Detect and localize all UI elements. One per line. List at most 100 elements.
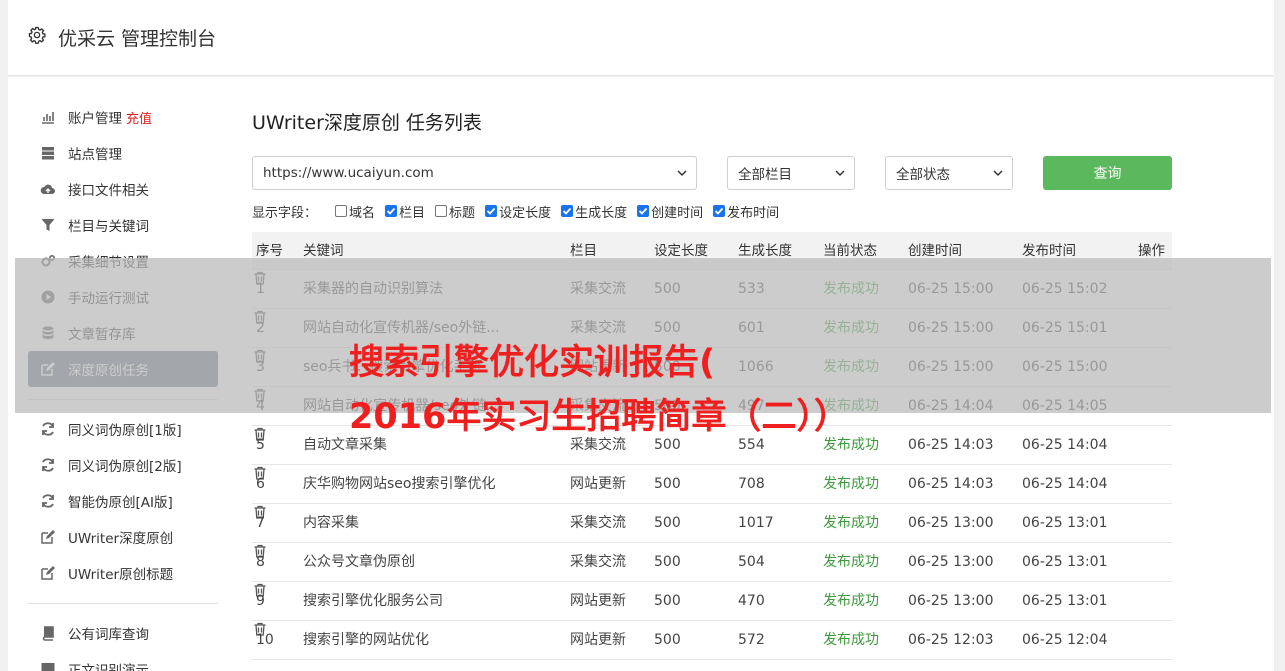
row-set-length: 500 (654, 632, 681, 648)
row-index: 8 (256, 554, 265, 570)
sidebar-item-label: UWriter深度原创 (68, 531, 174, 547)
sidebar-item[interactable]: 同义词伪原创[2版] (28, 447, 218, 483)
status-select[interactable]: 全部状态 (885, 156, 1013, 190)
sidebar-item-label: 账户管理 (68, 111, 122, 127)
row-set-length: 500 (654, 515, 681, 531)
row-index: 9 (256, 593, 265, 609)
sidebar-item-label: 公有词库查询 (68, 627, 149, 643)
row-status: 发布成功 (823, 476, 879, 492)
row-gen-length: 708 (738, 476, 765, 492)
row-created: 06-25 14:03 (908, 476, 994, 492)
top-header: 优采云 管理控制台 (8, 0, 1274, 76)
cloud-upload-icon (40, 184, 55, 194)
bar-chart-icon (42, 112, 54, 124)
sidebar-item[interactable]: 公有词库查询 (28, 615, 218, 651)
sidebar-item-label: 同义词伪原创[2版] (68, 459, 182, 475)
field-checkbox-label: 发布时间 (727, 205, 780, 221)
row-status: 发布成功 (823, 593, 879, 609)
chevron-down-icon (993, 170, 1003, 177)
table-row: 7 内容采集 采集交流 500 1017 发布成功 06-25 13:00 06-25 13:… (252, 504, 1172, 543)
edit-icon (41, 530, 55, 544)
overlay-text: 搜索引擎优化实训报告( 2016年实习生招聘简章（二）） (349, 336, 989, 444)
site-select[interactable]: https://www.ucaiyun.com (252, 156, 697, 190)
checkbox-box[interactable] (335, 205, 348, 217)
row-index: 7 (256, 515, 265, 531)
sidebar-item[interactable]: 账户管理 充值 (28, 99, 218, 135)
sidebar-item[interactable]: 栏目与关键词 (28, 207, 218, 243)
field-checkbox-label: 生成长度 (575, 205, 628, 221)
column-select-value: 全部栏目 (738, 167, 792, 183)
row-created: 06-25 12:03 (908, 632, 994, 648)
row-created: 06-25 13:00 (908, 515, 994, 531)
edit-icon (41, 566, 55, 580)
row-created: 06-25 13:00 (908, 554, 994, 570)
sidebar-item[interactable]: 正文识别演示 (28, 651, 218, 671)
sidebar-item-label: 站点管理 (68, 147, 122, 163)
row-gen-length: 470 (738, 593, 765, 609)
sidebar-item-label: 栏目与关键词 (68, 219, 149, 235)
server-icon (42, 147, 54, 160)
row-status: 发布成功 (823, 554, 879, 570)
row-column: 网站更新 (570, 593, 626, 609)
book-icon (42, 626, 54, 641)
field-checkbox[interactable]: 发布时间 (713, 202, 779, 221)
sidebar-item-label: 同义词伪原创[1版] (68, 423, 182, 439)
field-checkbox[interactable]: 域名 (335, 202, 375, 221)
filter-icon (41, 219, 55, 231)
table-row: 9 搜索引擎优化服务公司 网站更新 500 470 发布成功 06-25 13:00 06-2… (252, 582, 1172, 621)
recharge-link[interactable]: 充值 (126, 108, 152, 127)
column-select[interactable]: 全部栏目 (727, 156, 855, 190)
row-published: 06-25 13:01 (1022, 554, 1108, 570)
sidebar-divider (28, 603, 218, 604)
sidebar-item-label: 接口文件相关 (68, 183, 149, 199)
table-row: 6 庆华购物网站seo搜索引擎优化 网站更新 500 708 发布成功 06-25 14:0… (252, 465, 1172, 504)
sidebar-item[interactable]: 智能伪原创[AI版] (28, 483, 218, 519)
checkbox-box[interactable] (385, 205, 398, 217)
row-keyword: 搜索引擎优化服务公司 (303, 593, 443, 609)
field-checkbox[interactable]: 标题 (435, 202, 475, 221)
field-checkbox-label: 标题 (449, 205, 476, 221)
sidebar-item[interactable]: 站点管理 (28, 135, 218, 171)
row-status: 发布成功 (823, 632, 879, 648)
checkbox-box[interactable] (713, 205, 726, 217)
check-icon (638, 207, 648, 215)
row-gen-length: 504 (738, 554, 765, 570)
row-published: 06-25 13:01 (1022, 593, 1108, 609)
sidebar-item-label: 正文识别演示 (68, 663, 149, 671)
field-checkbox[interactable]: 栏目 (385, 202, 425, 221)
chevron-down-icon (835, 170, 845, 177)
checkbox-box[interactable] (435, 205, 448, 217)
sidebar-item-label: UWriter原创标题 (68, 567, 174, 583)
table-row: 8 公众号文章伪原创 采集交流 500 504 发布成功 06-25 13:00 06-25 … (252, 543, 1172, 582)
row-index: 5 (256, 437, 265, 453)
sidebar-item[interactable]: UWriter原创标题 (28, 555, 218, 591)
field-checkbox[interactable]: 设定长度 (485, 202, 551, 221)
field-checkbox[interactable]: 创建时间 (637, 202, 703, 221)
site-select-value: https://www.ucaiyun.com (263, 165, 434, 181)
field-checkbox[interactable]: 生成长度 (561, 202, 627, 221)
checkbox-box[interactable] (485, 205, 498, 217)
display-fields: 显示字段： 域名 栏目 标题 设定长度 生成长度 创建时间 发布时间 (252, 202, 789, 221)
sidebar-item[interactable]: UWriter深度原创 (28, 519, 218, 555)
checkbox-box[interactable] (637, 205, 650, 217)
field-checkbox-label: 栏目 (399, 205, 426, 221)
sidebar-item[interactable]: 同义词伪原创[1版] (28, 411, 218, 447)
row-index: 6 (256, 476, 265, 492)
field-checkbox-label: 设定长度 (499, 205, 552, 221)
row-status: 发布成功 (823, 515, 879, 531)
query-button[interactable]: 查询 (1043, 156, 1172, 190)
row-published: 06-25 14:04 (1022, 437, 1108, 453)
checkbox-box[interactable] (561, 205, 574, 217)
app-title: 优采云 管理控制台 (58, 28, 217, 50)
overlay-line-2: 2016年实习生招聘简章（二）） (349, 397, 849, 437)
row-column: 网站更新 (570, 476, 626, 492)
check-icon (562, 207, 572, 215)
sidebar-item[interactable]: 接口文件相关 (28, 171, 218, 207)
row-index: 10 (256, 632, 274, 648)
row-keyword: 搜索引擎的网站优化 (303, 632, 429, 648)
row-published: 06-25 12:04 (1022, 632, 1108, 648)
row-set-length: 500 (654, 476, 681, 492)
display-fields-label: 显示字段： (252, 205, 318, 221)
table-row: 10 搜索引擎的网站优化 网站更新 500 572 发布成功 06-25 12:03 06-2… (252, 621, 1172, 660)
monitor-icon (41, 663, 55, 671)
